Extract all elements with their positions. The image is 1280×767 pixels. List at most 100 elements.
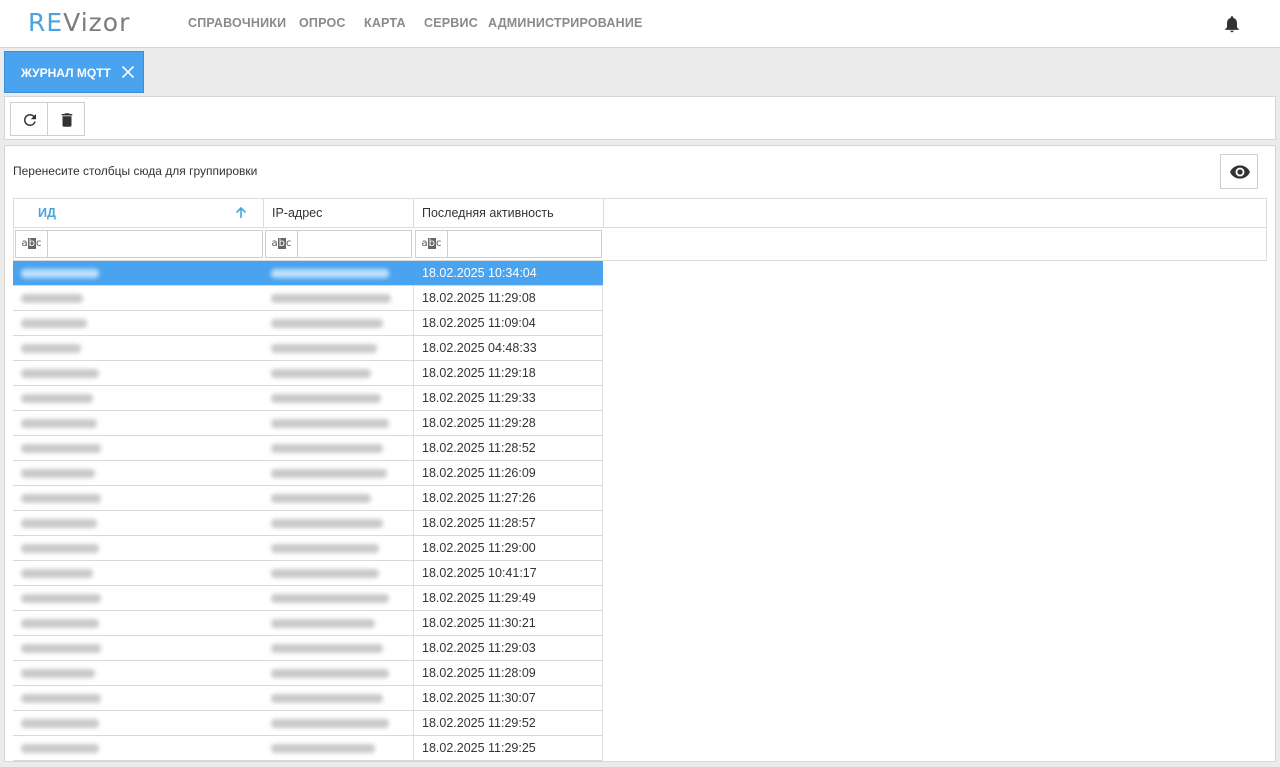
table-row[interactable]: 18.02.2025 11:26:09 <box>13 461 603 486</box>
sort-ascending-icon <box>235 206 247 218</box>
text-filter-icon[interactable]: abc <box>416 231 448 257</box>
nav-karta[interactable]: КАРТА <box>364 16 406 30</box>
redacted-id <box>21 344 81 353</box>
refresh-icon <box>24 114 36 126</box>
cell-last-activity: 18.02.2025 11:29:03 <box>413 636 603 660</box>
table-row[interactable]: 18.02.2025 11:29:03 <box>13 636 603 661</box>
column-header-last-activity[interactable]: Последняя активность <box>414 199 604 227</box>
redacted-ip <box>271 719 389 728</box>
table-row[interactable]: 18.02.2025 11:29:28 <box>13 411 603 436</box>
redacted-id <box>21 369 99 378</box>
tab-label: ЖУРНАЛ MQTT <box>21 66 111 80</box>
column-header-id[interactable]: ИД <box>14 199 264 227</box>
trash-icon <box>61 113 73 127</box>
table-row[interactable]: 18.02.2025 10:34:04 <box>13 261 603 286</box>
revizor-logo[interactable]: REVizor <box>28 8 130 38</box>
redacted-id <box>21 694 101 703</box>
refresh-button[interactable] <box>10 102 48 136</box>
text-filter-icon[interactable]: abc <box>16 231 48 257</box>
redacted-ip <box>271 444 383 453</box>
redacted-ip <box>271 294 391 303</box>
redacted-ip <box>271 519 383 528</box>
filter-last-activity[interactable]: abc <box>415 230 602 258</box>
table-row[interactable]: 18.02.2025 11:29:25 <box>13 736 603 761</box>
cell-last-activity: 18.02.2025 11:09:04 <box>413 311 603 335</box>
nav-administrirovanie[interactable]: АДМИНИСТРИРОВАНИЕ <box>488 16 643 30</box>
table-row[interactable]: 18.02.2025 04:48:33 <box>13 336 603 361</box>
redacted-id <box>21 444 101 453</box>
filter-id-input[interactable] <box>49 231 259 257</box>
filter-last-activity-input[interactable] <box>449 231 599 257</box>
top-navbar: REVizor СПРАВОЧНИКИ ОПРОС КАРТА СЕРВИС А… <box>0 0 1280 48</box>
redacted-id <box>21 469 95 478</box>
nav-servis[interactable]: СЕРВИС <box>424 16 478 30</box>
cell-last-activity: 18.02.2025 04:48:33 <box>413 336 603 360</box>
redacted-id <box>21 319 87 328</box>
redacted-ip <box>271 369 371 378</box>
redacted-ip <box>271 644 383 653</box>
redacted-ip <box>271 594 389 603</box>
grid-body: 18.02.2025 10:34:04 18.02.2025 11:29:08 18… <box>13 261 603 761</box>
table-row[interactable]: 18.02.2025 11:30:07 <box>13 686 603 711</box>
cell-last-activity: 18.02.2025 11:27:26 <box>413 486 603 510</box>
redacted-ip <box>271 394 381 403</box>
table-row[interactable]: 18.02.2025 11:29:52 <box>13 711 603 736</box>
cell-last-activity: 18.02.2025 11:30:21 <box>413 611 603 635</box>
tab-mqtt-log[interactable]: ЖУРНАЛ MQTT <box>4 51 144 93</box>
table-row[interactable]: 18.02.2025 11:29:08 <box>13 286 603 311</box>
redacted-id <box>21 619 99 628</box>
nav-opros[interactable]: ОПРОС <box>299 16 346 30</box>
toolbar <box>4 96 1276 140</box>
cell-last-activity: 18.02.2025 10:34:04 <box>413 261 603 285</box>
table-row[interactable]: 18.02.2025 11:28:09 <box>13 661 603 686</box>
cell-last-activity: 18.02.2025 11:29:00 <box>413 536 603 560</box>
redacted-id <box>21 744 99 753</box>
redacted-id <box>21 394 93 403</box>
table-row[interactable]: 18.02.2025 11:09:04 <box>13 311 603 336</box>
table-row[interactable]: 18.02.2025 11:29:00 <box>13 536 603 561</box>
cell-last-activity: 18.02.2025 11:26:09 <box>413 461 603 485</box>
redacted-ip <box>271 344 377 353</box>
redacted-id <box>21 569 93 578</box>
redacted-id <box>21 719 99 728</box>
delete-button[interactable] <box>47 102 85 136</box>
redacted-ip <box>271 744 375 753</box>
redacted-ip <box>271 544 379 553</box>
table-row[interactable]: 18.02.2025 11:28:52 <box>13 436 603 461</box>
cell-last-activity: 18.02.2025 11:30:07 <box>413 686 603 710</box>
redacted-id <box>21 419 97 428</box>
table-row[interactable]: 18.02.2025 11:29:33 <box>13 386 603 411</box>
bell-icon[interactable] <box>1222 14 1242 34</box>
filter-id[interactable]: abc <box>15 230 263 258</box>
text-filter-icon[interactable]: abc <box>266 231 298 257</box>
column-chooser-button[interactable] <box>1220 154 1258 189</box>
table-row[interactable]: 18.02.2025 11:27:26 <box>13 486 603 511</box>
table-row[interactable]: 18.02.2025 11:29:49 <box>13 586 603 611</box>
redacted-ip <box>271 469 387 478</box>
cell-last-activity: 18.02.2025 11:28:09 <box>413 661 603 685</box>
cell-last-activity: 18.02.2025 11:29:33 <box>413 386 603 410</box>
close-icon[interactable] <box>121 65 135 79</box>
table-row[interactable]: 18.02.2025 10:41:17 <box>13 561 603 586</box>
redacted-id <box>21 294 83 303</box>
grid-header-row: ИД IP-адрес Последняя активность <box>13 198 1267 228</box>
grid-filter-row: abc abc abc <box>13 228 1267 261</box>
redacted-ip <box>271 619 375 628</box>
redacted-id <box>21 544 99 553</box>
grid-panel: Перенесите столбцы сюда для группировки … <box>4 145 1276 762</box>
redacted-id <box>21 519 97 528</box>
cell-last-activity: 18.02.2025 11:29:52 <box>413 711 603 735</box>
redacted-ip <box>271 319 383 328</box>
redacted-ip <box>271 694 383 703</box>
filter-ip[interactable]: abc <box>265 230 412 258</box>
cell-last-activity: 18.02.2025 10:41:17 <box>413 561 603 585</box>
eye-icon <box>1230 165 1250 179</box>
table-row[interactable]: 18.02.2025 11:29:18 <box>13 361 603 386</box>
filter-ip-input[interactable] <box>299 231 409 257</box>
table-row[interactable]: 18.02.2025 11:30:21 <box>13 611 603 636</box>
nav-spravochniki[interactable]: СПРАВОЧНИКИ <box>188 16 286 30</box>
table-row[interactable]: 18.02.2025 11:28:57 <box>13 511 603 536</box>
column-header-ip[interactable]: IP-адрес <box>264 199 414 227</box>
cell-last-activity: 18.02.2025 11:28:57 <box>413 511 603 535</box>
redacted-id <box>21 494 101 503</box>
